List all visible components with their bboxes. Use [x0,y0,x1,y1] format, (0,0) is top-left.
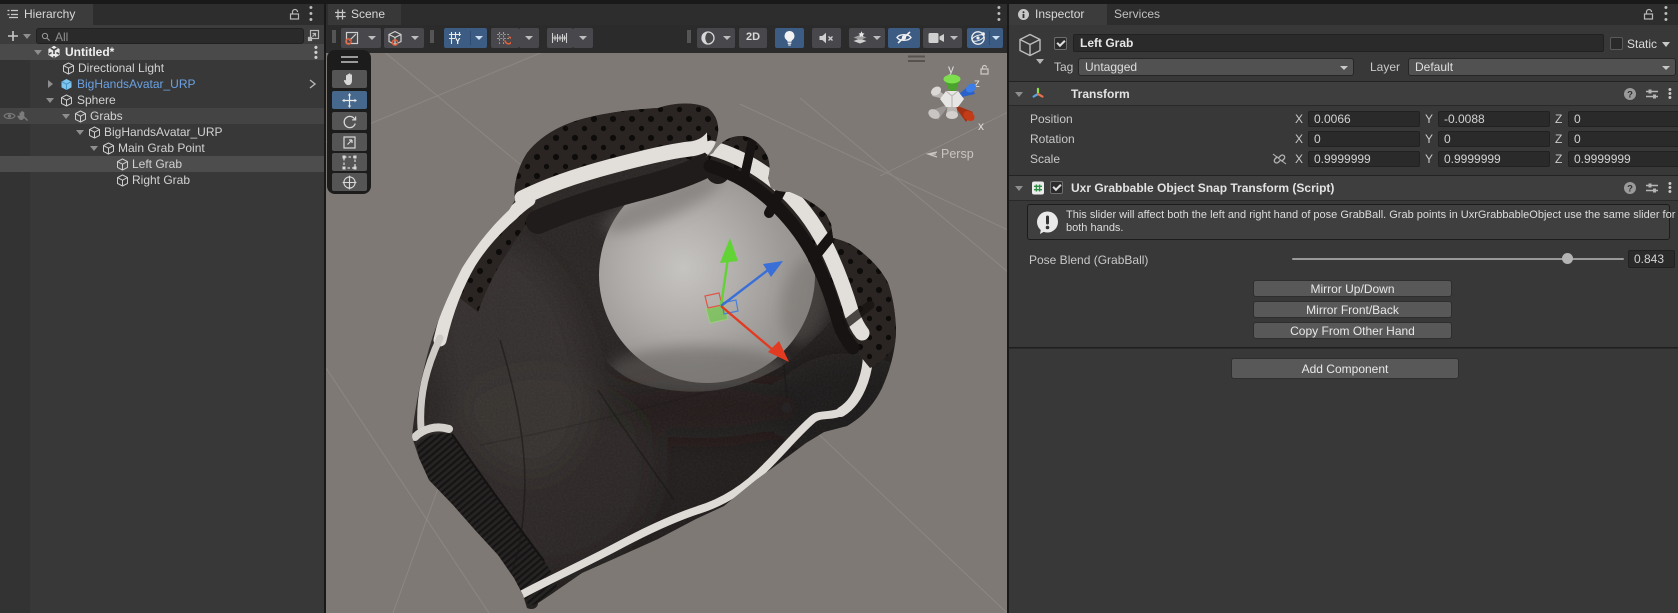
svg-text:?: ? [1627,184,1633,195]
svg-text:y: y [948,62,954,76]
svg-text:Persp: Persp [941,147,974,161]
svg-text:Y: Y [455,37,461,45]
svg-text:?: ? [1627,90,1633,101]
svg-text:x: x [978,119,984,133]
